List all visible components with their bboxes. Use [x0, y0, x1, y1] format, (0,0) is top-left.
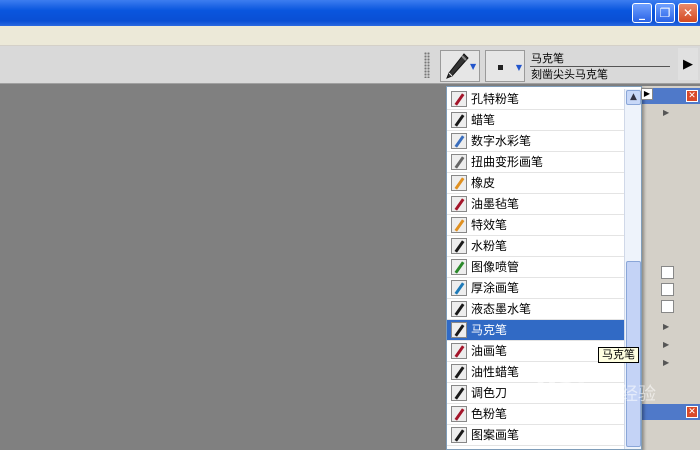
brush-list-item-label: 水粉笔: [471, 239, 508, 253]
felt-pen-icon: [451, 196, 467, 212]
eraser-icon: [451, 175, 467, 191]
brush-list-item[interactable]: 扭曲变形画笔: [447, 152, 624, 173]
window-title-bar: _ ❐ ✕: [0, 0, 700, 26]
brush-list-item[interactable]: 图案画笔: [447, 425, 624, 446]
conte-crayon-icon: [451, 91, 467, 107]
toolbar-grip[interactable]: [424, 52, 430, 78]
image-hose-icon: [451, 259, 467, 275]
brush-list-item[interactable]: 水粉笔: [447, 236, 624, 257]
brush-list-item-label: 调色刀: [471, 386, 508, 400]
expand-arrow-icon[interactable]: ▶: [663, 340, 669, 349]
palette-swatch[interactable]: [661, 266, 674, 279]
brush-list-item-label: 图案画笔: [471, 428, 520, 442]
liquid-ink-icon: [451, 301, 467, 317]
baidu-watermark-logo: Bai: [535, 372, 586, 407]
brush-list-item[interactable]: 马克笔: [447, 320, 624, 341]
digital-watercolor-icon: [451, 133, 467, 149]
brush-variant-selector[interactable]: ▼: [485, 50, 525, 82]
brush-list-item-label: 马克笔: [471, 323, 508, 337]
dropdown-menu-arrow-button[interactable]: ▶: [641, 88, 653, 100]
palette-knife-icon: [451, 385, 467, 401]
brush-list-item-label: 色粉笔: [471, 407, 508, 421]
maximize-button[interactable]: ❐: [655, 3, 675, 23]
brush-variant-name: 刻凿尖头马克笔: [531, 68, 608, 81]
crayon-icon: [451, 112, 467, 128]
impasto-icon: [451, 280, 467, 296]
expand-arrow-icon[interactable]: ▶: [663, 358, 669, 367]
brush-list-item[interactable]: 液态墨水笔: [447, 299, 624, 320]
fx-icon: [451, 217, 467, 233]
brush-list-item-label: 厚涂画笔: [471, 281, 520, 295]
baidu-watermark-text: 经验: [620, 384, 656, 405]
minimize-button[interactable]: _: [632, 3, 652, 23]
pattern-pen-icon: [451, 427, 467, 443]
brush-list-item[interactable]: 油墨毡笔: [447, 194, 624, 215]
brush-list-item-label: 橡皮: [471, 176, 496, 190]
palette-header: ✕: [641, 404, 700, 420]
palette-close-button[interactable]: ✕: [686, 90, 698, 102]
gouache-icon: [451, 238, 467, 254]
brush-list-item[interactable]: 橡皮: [447, 173, 624, 194]
oil-pastel-icon: [451, 364, 467, 380]
menu-bar: [0, 26, 700, 46]
brush-list-item[interactable]: 厚涂画笔: [447, 278, 624, 299]
oil-brush-icon: [451, 343, 467, 359]
scroll-up-button[interactable]: ▲: [626, 90, 641, 105]
brush-list-item-label: 特效笔: [471, 218, 508, 232]
brush-list-item-label: 油画笔: [471, 344, 508, 358]
brush-list-item-label: 蜡笔: [471, 113, 496, 127]
divider: [530, 66, 670, 67]
brush-list-item[interactable]: 孔特粉笔: [447, 89, 624, 110]
brush-list-item[interactable]: 数字水彩笔: [447, 131, 624, 152]
brush-list-item-label: 油墨毡笔: [471, 197, 520, 211]
tooltip: 马克笔: [598, 347, 639, 363]
pastel-icon: [451, 406, 467, 422]
brush-list-item-label: 液态墨水笔: [471, 302, 532, 316]
chevron-down-icon: ▼: [470, 62, 477, 71]
brush-category-name: 马克笔: [531, 52, 564, 65]
expand-arrow-icon[interactable]: ▶: [663, 108, 669, 117]
chevron-down-icon: ▼: [515, 63, 522, 72]
toolbar-expand-button[interactable]: ▶: [678, 48, 698, 80]
brush-list-item-label: 扭曲变形画笔: [471, 155, 544, 169]
brush-list-item[interactable]: 色粉笔: [447, 404, 624, 425]
play-arrow-icon: ▶: [683, 56, 693, 72]
expand-arrow-icon[interactable]: ▶: [663, 322, 669, 331]
brush-list-item-label: 油性蜡笔: [471, 365, 520, 379]
palette-swatch[interactable]: [661, 283, 674, 296]
brush-list-item[interactable]: 图像喷管: [447, 257, 624, 278]
pen-nib-icon: [446, 53, 469, 79]
brush-list-item-label: 孔特粉笔: [471, 92, 520, 106]
distortion-icon: [451, 154, 467, 170]
brush-category-selector[interactable]: ▼: [440, 50, 480, 82]
palette-swatch[interactable]: [661, 300, 674, 313]
brush-dab-icon: [498, 65, 503, 70]
brush-list-item[interactable]: 蜡笔: [447, 110, 624, 131]
brush-list-item-label: 数字水彩笔: [471, 134, 532, 148]
close-button[interactable]: ✕: [678, 3, 698, 23]
palette-close-button[interactable]: ✕: [686, 406, 698, 418]
brush-list-item[interactable]: 特效笔: [447, 215, 624, 236]
marker-icon: [451, 322, 467, 338]
brush-list-item-label: 图像喷管: [471, 260, 520, 274]
